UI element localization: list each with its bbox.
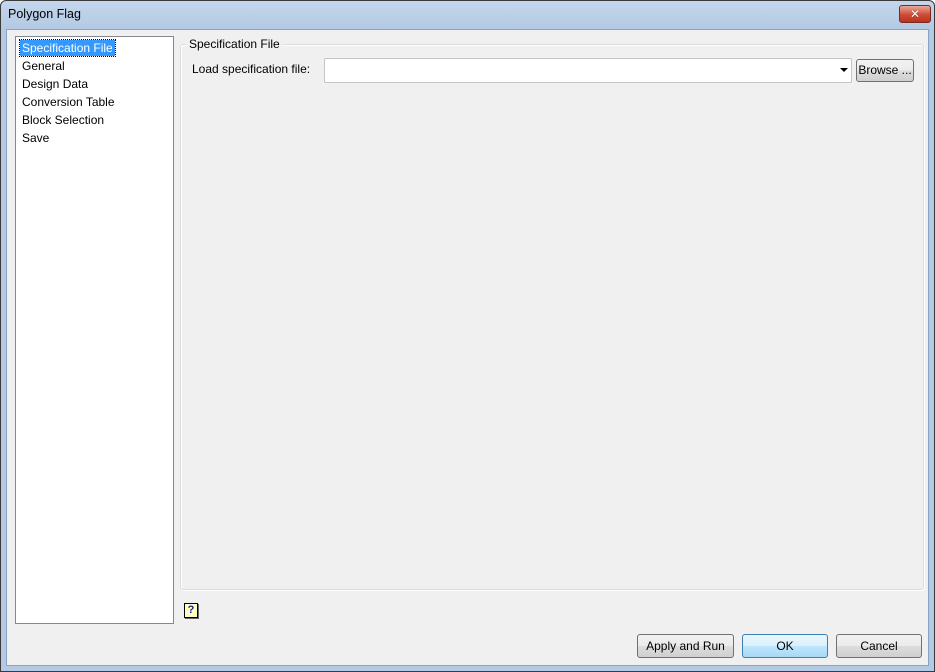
nav-item-conversion-table[interactable]: Conversion Table xyxy=(20,94,117,110)
dialog-client-area: Specification File General Design Data C… xyxy=(6,29,929,666)
title-bar: Polygon Flag ✕ xyxy=(1,1,934,28)
nav-item-block-selection[interactable]: Block Selection xyxy=(20,112,106,128)
nav-item-specification-file[interactable]: Specification File xyxy=(19,39,116,57)
help-icon[interactable]: ? xyxy=(184,603,198,618)
nav-item-general[interactable]: General xyxy=(20,58,67,74)
dropdown-arrow-icon[interactable] xyxy=(840,68,848,72)
cancel-button[interactable]: Cancel xyxy=(836,634,922,658)
nav-item-save[interactable]: Save xyxy=(20,130,51,146)
specification-file-group xyxy=(180,44,924,590)
ok-button[interactable]: OK xyxy=(742,634,828,658)
nav-item-design-data[interactable]: Design Data xyxy=(20,76,90,92)
group-title: Specification File xyxy=(186,37,283,51)
load-specification-combo[interactable] xyxy=(324,58,852,83)
polygon-flag-dialog: Polygon Flag ✕ Specification File Genera… xyxy=(0,0,935,672)
browse-button[interactable]: Browse ... xyxy=(856,59,914,82)
apply-and-run-button[interactable]: Apply and Run xyxy=(637,634,734,658)
close-icon: ✕ xyxy=(909,7,921,21)
window-title: Polygon Flag xyxy=(8,7,81,21)
close-button[interactable]: ✕ xyxy=(899,5,931,23)
section-list: Specification File General Design Data C… xyxy=(15,36,174,624)
load-specification-label: Load specification file: xyxy=(192,62,311,76)
